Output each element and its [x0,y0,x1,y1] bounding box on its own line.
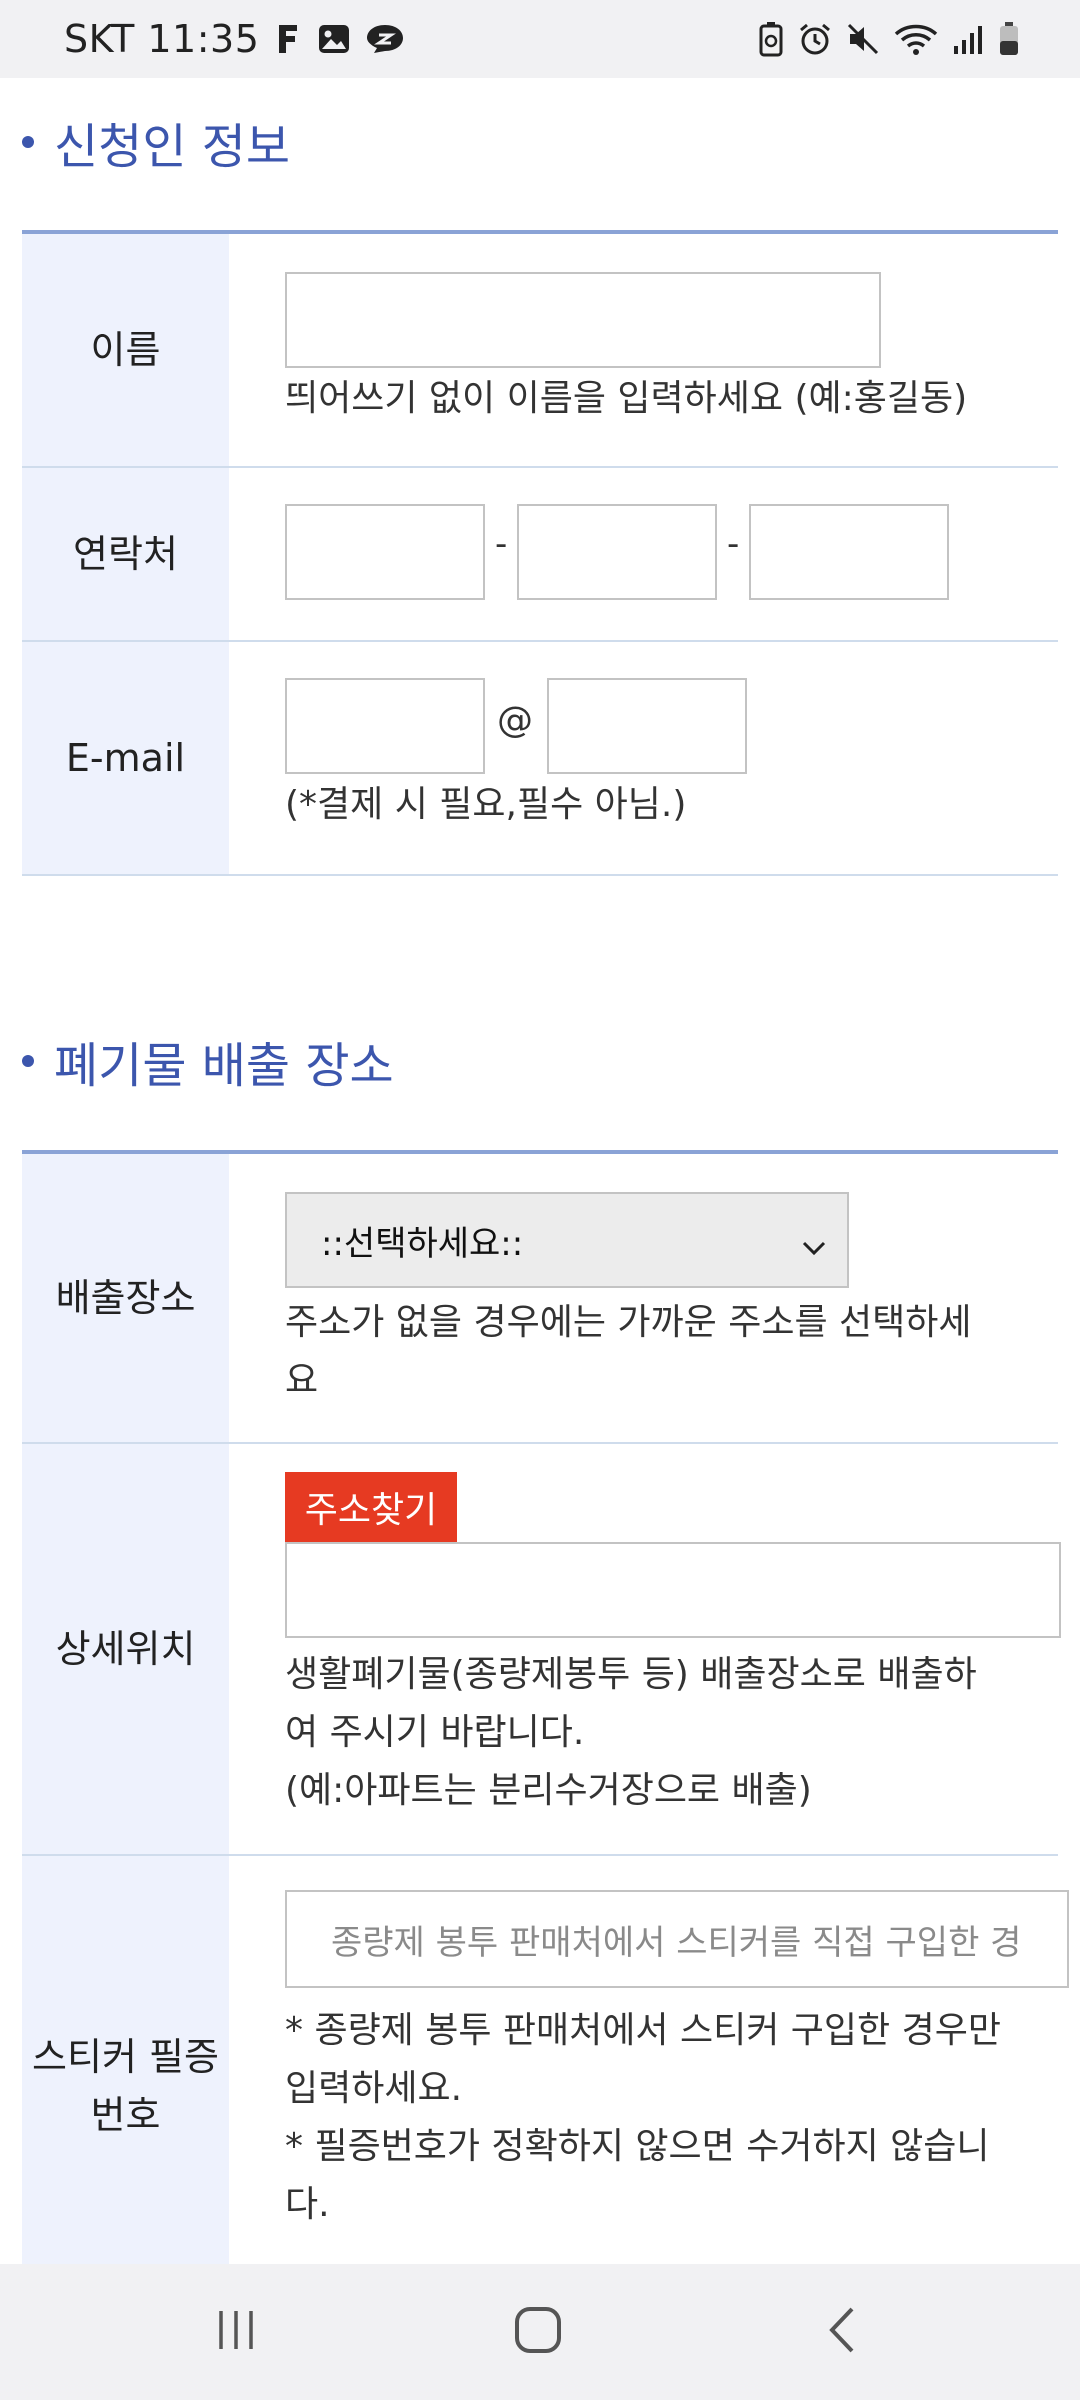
location-select-value: ::선택하세요:: [321,1223,524,1264]
battery-icon [998,21,1020,57]
contact-cell: - - [229,468,1058,640]
email-helper: (*결제 시 필요,필수 아님.) [285,784,687,825]
name-cell: 띄어쓰기 없이 이름을 입력하세요 (예:홍길동) [229,234,1058,466]
gallery-icon [317,23,351,55]
chat-icon [365,23,405,55]
facebook-icon [273,23,303,55]
bullet-icon [22,136,34,148]
contact-row: 연락처 - - [22,468,1058,642]
carrier-time: SKT 11:35 [64,17,260,61]
sticker-label-line1: 스티커 필증 [32,2035,219,2079]
navigation-bar [0,2264,1080,2400]
detail-location-input[interactable] [285,1542,1061,1638]
location-helper-line1: 주소가 없을 경우에는 가까운 주소를 선택하세 [285,1302,972,1343]
sticker-note-line4: 다. [285,2184,330,2225]
sticker-row: 스티커 필증 번호 종량제 봉투 판매처에서 스티커를 직접 구입한 경 * 종… [22,1856,1069,2264]
status-bar: SKT 11:35 [0,0,1080,78]
disposal-section-title-text: 폐기물 배출 장소 [54,1038,394,1094]
sticker-note-line3: * 필증번호가 정확하지 않으면 수거하지 않습니 [285,2126,990,2167]
status-right [758,0,1020,78]
detail-row: 상세위치 주소찾기 생활폐기물(종량제봉투 등) 배출장소로 배출하 여 주시기… [22,1444,1061,1856]
applicant-section-title-text: 신청인 정보 [54,119,291,175]
detail-cell: 주소찾기 생활폐기물(종량제봉투 등) 배출장소로 배출하 여 주시기 바랍니다… [229,1444,1061,1854]
phone-separator: - [727,524,740,564]
email-domain-input[interactable] [547,678,747,774]
home-icon [513,2305,563,2359]
phone-part1-input[interactable] [285,504,485,600]
sticker-cell: 종량제 봉투 판매처에서 스티커를 직접 구입한 경 * 종량제 봉투 판매처에… [229,1856,1069,2264]
contact-label: 연락처 [22,468,229,640]
sticker-label: 스티커 필증 번호 [22,1856,229,2264]
alarm-icon [798,22,832,56]
find-address-button[interactable]: 주소찾기 [285,1472,457,1542]
sticker-note-line2: 입력하세요. [285,2068,463,2109]
location-cell: ::선택하세요:: 주소가 없을 경우에는 가까운 주소를 선택하세 요 [229,1154,1058,1442]
recent-apps-icon [213,2307,259,2357]
email-row: E-mail @ (*결제 시 필요,필수 아님.) [22,642,1058,876]
battery-saver-icon [758,21,784,57]
applicant-form-table: 이름 띄어쓰기 없이 이름을 입력하세요 (예:홍길동) 연락처 - - E-m… [22,230,1058,876]
phone-part3-input[interactable] [749,504,949,600]
name-label: 이름 [22,234,229,466]
phone-part2-input[interactable] [517,504,717,600]
form-page: 신청인 정보 이름 띄어쓰기 없이 이름을 입력하세요 (예:홍길동) 연락처 … [0,78,1080,2264]
mute-icon [846,22,880,56]
disposal-form-table: 배출장소 ::선택하세요:: 주소가 없을 경우에는 가까운 주소를 선택하세 … [22,1150,1069,2264]
email-at-sign: @ [497,700,533,741]
name-row: 이름 띄어쓰기 없이 이름을 입력하세요 (예:홍길동) [22,234,1058,468]
detail-helper-line3: (예:아파트는 분리수거장으로 배출) [285,1770,812,1811]
chevron-down-icon [801,1226,827,1266]
bullet-icon [22,1055,34,1067]
back-icon [822,2305,862,2359]
status-left: SKT 11:35 [64,0,405,78]
name-helper: 띄어쓰기 없이 이름을 입력하세요 (예:홍길동) [285,378,968,419]
detail-label: 상세위치 [22,1444,229,1854]
sticker-number-input[interactable]: 종량제 봉투 판매처에서 스티커를 직접 구입한 경 [285,1890,1069,1988]
disposal-section-title: 폐기물 배출 장소 [22,1026,394,1096]
recent-apps-button[interactable] [156,2264,316,2400]
detail-helper-line1: 생활폐기물(종량제봉투 등) 배출장소로 배출하 [285,1654,977,1695]
email-cell: @ (*결제 시 필요,필수 아님.) [229,642,1058,874]
detail-helper-line2: 여 주시기 바랍니다. [285,1712,585,1753]
back-button[interactable] [762,2264,922,2400]
home-button[interactable] [458,2264,618,2400]
location-label: 배출장소 [22,1154,229,1442]
email-local-input[interactable] [285,678,485,774]
sticker-label-line2: 번호 [90,2093,161,2137]
name-input[interactable] [285,272,881,368]
location-select[interactable]: ::선택하세요:: [285,1192,849,1288]
location-row: 배출장소 ::선택하세요:: 주소가 없을 경우에는 가까운 주소를 선택하세 … [22,1154,1058,1444]
signal-icon [952,22,984,56]
phone-separator: - [495,524,508,564]
applicant-section-title: 신청인 정보 [22,107,290,177]
email-label: E-mail [22,642,229,874]
wifi-icon [894,22,938,56]
location-helper-line2: 요 [285,1360,319,1401]
sticker-note-line1: * 종량제 봉투 판매처에서 스티커 구입한 경우만 [285,2010,1001,2051]
